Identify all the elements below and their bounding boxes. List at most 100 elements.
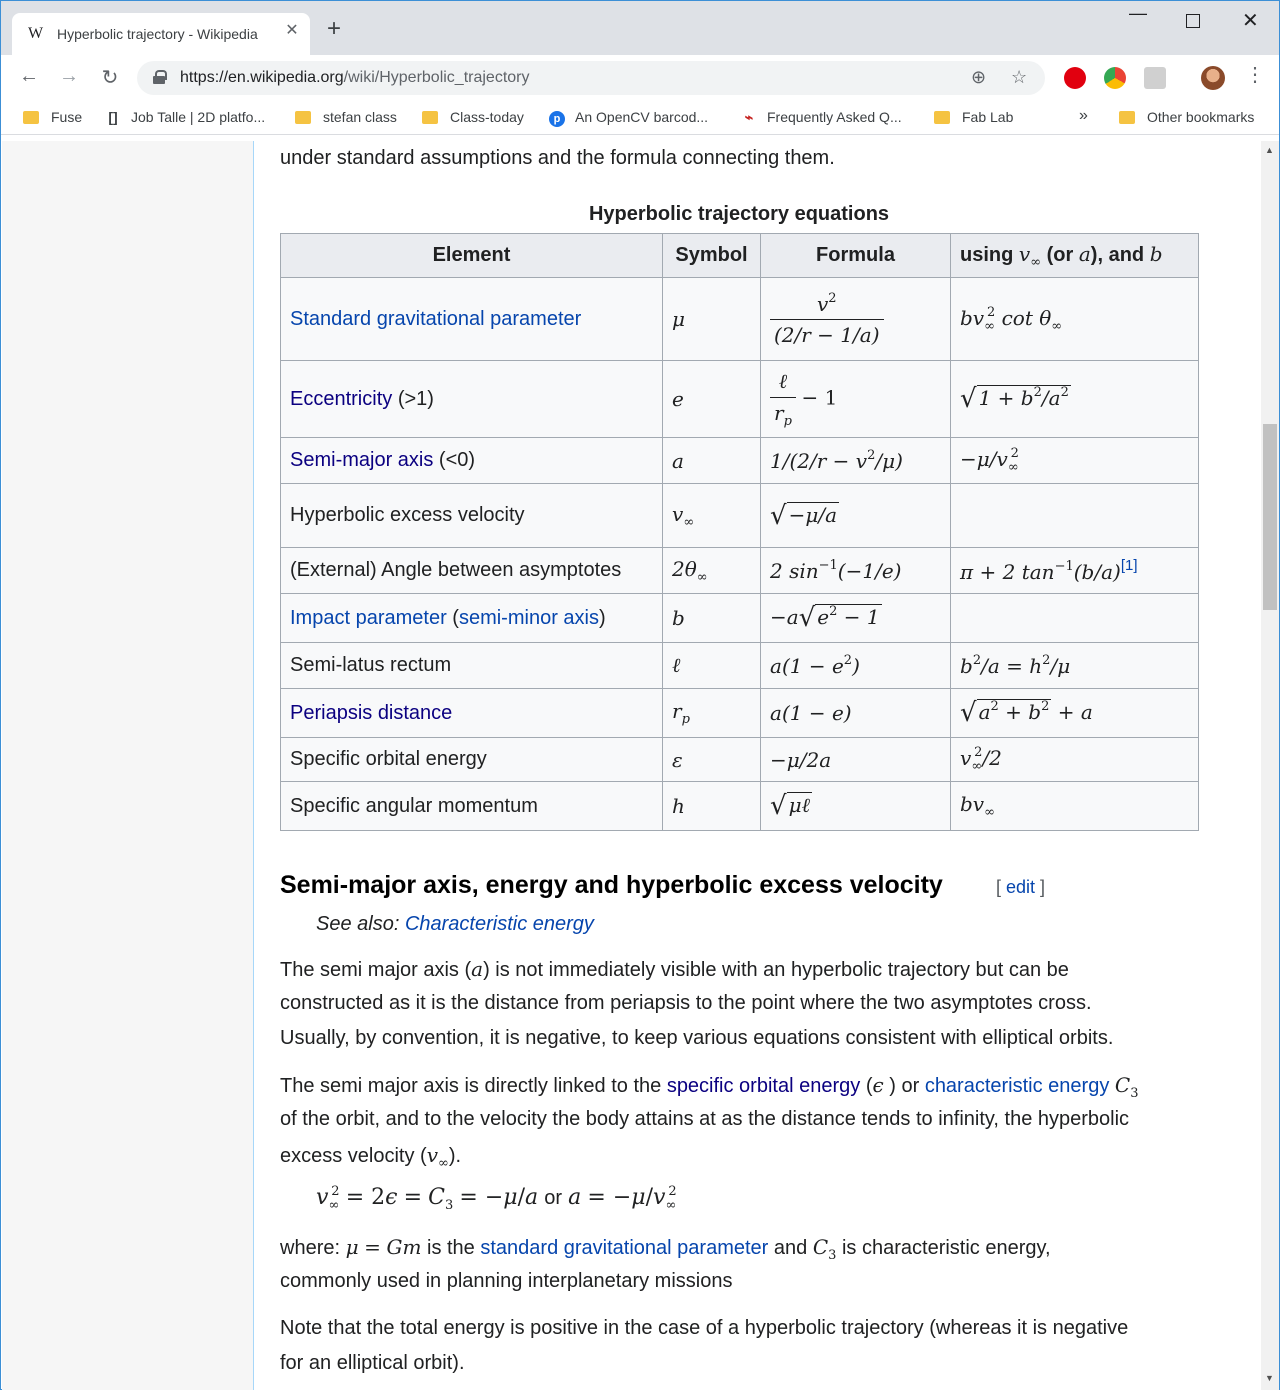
bookmark-class-today[interactable]: Class-today: [422, 109, 524, 125]
grammar-extension-icon[interactable]: [1144, 67, 1166, 89]
reference-link-1[interactable]: [1]: [1121, 557, 1138, 574]
row-element-cell: Hyperbolic excess velocity: [280, 483, 663, 548]
new-tab-plus-icon[interactable]: +: [327, 17, 341, 41]
adblock-extension-icon[interactable]: [1064, 67, 1086, 89]
see-also-hatnote: See also: Characteristic energy: [316, 913, 594, 936]
row-element-cell: Impact parameter (semi-minor axis): [280, 593, 663, 643]
table-header-row: Element Symbol Formula using v∞ (or a), …: [280, 233, 1199, 278]
profile-avatar[interactable]: [1201, 66, 1225, 90]
row-using-cell: −μ/v∞2: [950, 437, 1199, 484]
row-element-cell: Specific orbital energy: [280, 737, 663, 782]
row-formula-cell: a(1 − e): [760, 688, 951, 738]
para1-line3: Usually, by convention, it is negative, …: [280, 1027, 1114, 1049]
forward-arrow-icon[interactable]: →: [57, 65, 81, 88]
bookmark-job-talle[interactable]: [] Job Talle | 2D platfo...: [105, 109, 265, 125]
table-row: Impact parameter (semi-minor axis) b −a√…: [280, 593, 1199, 643]
row-symbol-cell: ε: [662, 737, 761, 782]
bookmark-opencv[interactable]: p An OpenCV barcod...: [549, 109, 708, 127]
link-characteristic-energy[interactable]: Characteristic energy: [405, 913, 594, 935]
bookmark-label: Fuse: [51, 109, 83, 125]
text-span: ) is not immediately visible with an hyp…: [483, 959, 1069, 981]
para2-line3: excess velocity (v∞).: [280, 1143, 462, 1171]
formula-or: or: [544, 1187, 563, 1209]
text-span: The semi major axis (: [280, 959, 472, 981]
row-element-cell: Periapsis distance: [280, 688, 663, 738]
link-specific-orbital-energy[interactable]: specific orbital energy: [667, 1075, 860, 1097]
row-using-cell: b2/a = h2/μ: [950, 642, 1199, 689]
url-text[interactable]: https://en.wikipedia.org/wiki/Hyperbolic…: [180, 69, 530, 87]
scroll-up-arrow-icon[interactable]: ▲: [1265, 145, 1274, 155]
table-row: Specific angular momentum h √ μℓ bv∞: [280, 781, 1199, 831]
sqrt-expression: √ μℓ: [770, 791, 812, 821]
row-using-cell: √ a2 + b2 + a: [950, 688, 1199, 738]
link-semi-major-axis[interactable]: Semi-major axis: [290, 449, 433, 471]
table-row: Specific orbital energy ε −μ/2a v∞2/2: [280, 737, 1199, 782]
chrome-extension-icon[interactable]: [1104, 67, 1126, 89]
text-span: ) or: [889, 1075, 920, 1097]
folder-icon: [23, 111, 39, 124]
para1-line1: The semi major axis (a) is not immediate…: [280, 957, 1069, 981]
p-circle-icon: p: [549, 111, 565, 127]
tab-strip: W Hyperbolic trajectory - Wikipedia ✕ + …: [1, 1, 1279, 55]
other-bookmarks[interactable]: Other bookmarks: [1119, 109, 1254, 125]
link-eccentricity[interactable]: Eccentricity: [290, 388, 392, 410]
bookmark-star-icon[interactable]: ☆: [1011, 67, 1027, 88]
folder-icon: [295, 111, 311, 124]
table-row: Eccentricity (>1) e ℓ rp − 1 √ 1 + b2/a2: [280, 360, 1199, 438]
bookmark-fab-lab[interactable]: Fab Lab: [934, 109, 1013, 125]
row-using-cell: bv∞: [950, 781, 1199, 831]
page-scrollbar[interactable]: ▲ ▼: [1261, 141, 1279, 1390]
browser-window: W Hyperbolic trajectory - Wikipedia ✕ + …: [0, 0, 1280, 1390]
active-tab[interactable]: W Hyperbolic trajectory - Wikipedia ✕: [12, 13, 310, 55]
link-periapsis-distance[interactable]: Periapsis distance: [290, 702, 452, 724]
bookmark-stefan-class[interactable]: stefan class: [295, 109, 397, 125]
row-using-cell: [950, 483, 1199, 548]
wikipedia-favicon-icon: W: [28, 25, 44, 42]
row-using-cell: v∞2/2: [950, 737, 1199, 782]
link-standard-gravitational-parameter-inline[interactable]: standard gravitational parameter: [480, 1237, 768, 1259]
row-symbol-cell: e: [662, 360, 761, 438]
window-close-icon[interactable]: ✕: [1242, 8, 1259, 33]
back-arrow-icon[interactable]: ←: [17, 65, 41, 88]
header-using: using v∞ (or a), and b: [950, 233, 1199, 278]
link-impact-parameter[interactable]: Impact parameter: [290, 607, 447, 629]
link-standard-gravitational-parameter[interactable]: Standard gravitational parameter: [290, 308, 581, 330]
row-formula-cell: √ −μ/a: [760, 483, 951, 548]
edit-link[interactable]: edit: [1006, 877, 1035, 897]
link-semi-minor-axis[interactable]: semi-minor axis: [459, 607, 599, 629]
equations-table: Element Symbol Formula using v∞ (or a), …: [280, 233, 1199, 831]
bookmarks-overflow-button[interactable]: »: [1079, 107, 1088, 125]
address-bar[interactable]: https://en.wikipedia.org/wiki/Hyperbolic…: [137, 61, 1045, 95]
text-span: and: [773, 1237, 808, 1259]
para1-line2: constructed as it is the distance from p…: [280, 992, 1092, 1014]
header-using-prefix: using: [960, 243, 1014, 266]
lock-icon[interactable]: [153, 70, 167, 84]
row-formula-cell: ℓ rp − 1: [760, 360, 951, 438]
bookmark-faq[interactable]: ⌁ Frequently Asked Q...: [741, 109, 902, 126]
bookmark-fuse[interactable]: Fuse: [23, 109, 82, 125]
bookmark-label: Job Talle | 2D platfo...: [131, 109, 266, 125]
tab-close-icon[interactable]: ✕: [284, 23, 300, 39]
table-row: (External) Angle between asymptotes 2θ∞ …: [280, 547, 1199, 594]
para3-line1: where: μ = Gm is the standard gravitatio…: [280, 1235, 1051, 1263]
header-symbol: Symbol: [662, 233, 761, 278]
minimize-icon[interactable]: —: [1129, 3, 1147, 24]
zoom-icon[interactable]: ⊕: [971, 67, 986, 88]
text-span: is the: [427, 1237, 475, 1259]
scroll-thumb[interactable]: [1263, 424, 1277, 610]
row-element-cell: Semi-major axis (<0): [280, 437, 663, 484]
semi-major-suffix: (<0): [438, 449, 476, 471]
bookmark-label: stefan class: [323, 109, 397, 125]
row-symbol-cell: rp: [662, 688, 761, 738]
maximize-icon[interactable]: [1186, 14, 1200, 28]
section-edit: [ edit ]: [996, 877, 1046, 897]
table-row: Periapsis distance rp a(1 − e) √ a2 + b2 …: [280, 688, 1199, 738]
reload-icon[interactable]: ↻: [98, 65, 122, 90]
scroll-down-arrow-icon[interactable]: ▼: [1265, 1373, 1274, 1383]
row-symbol-cell: v∞: [662, 483, 761, 548]
table-caption: Hyperbolic trajectory equations: [588, 203, 890, 225]
browser-menu-icon[interactable]: ⋮: [1245, 65, 1265, 85]
header-using-and: ), and: [1090, 243, 1145, 266]
row-element-cell: (External) Angle between asymptotes: [280, 547, 663, 594]
link-characteristic-energy-inline[interactable]: characteristic energy: [925, 1075, 1110, 1097]
